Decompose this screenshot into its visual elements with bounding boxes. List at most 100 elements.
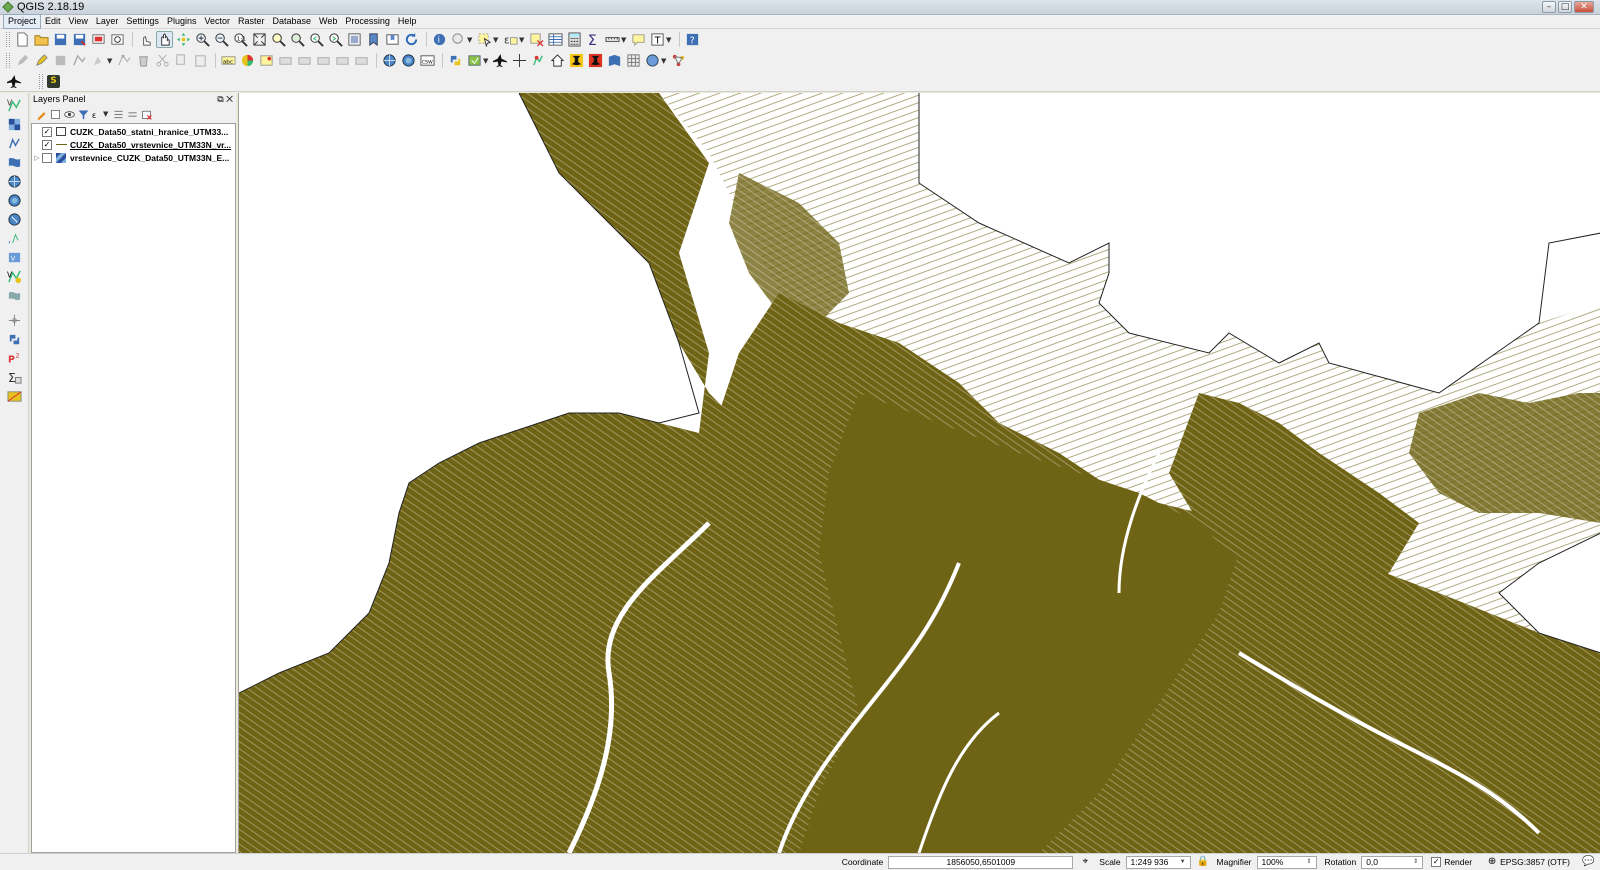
layer-visibility-checkbox[interactable]: ✓	[42, 126, 52, 137]
chevron-down-icon[interactable]: ▼	[467, 36, 473, 44]
menu-help[interactable]: Help	[394, 15, 421, 28]
menu-web[interactable]: Web	[315, 15, 341, 28]
pan-to-selection-icon[interactable]	[175, 31, 192, 48]
toggle-editing-icon[interactable]	[33, 52, 50, 69]
change-label-icon[interactable]	[334, 52, 351, 69]
rotate-label-icon[interactable]	[315, 52, 332, 69]
field-calculator-icon[interactable]	[566, 31, 583, 48]
add-wfs-layer-icon[interactable]	[4, 211, 24, 228]
paste-features-icon[interactable]	[192, 52, 209, 69]
map-layer-icon[interactable]	[606, 52, 623, 69]
chevron-down-icon[interactable]: ▼	[483, 57, 489, 65]
chevron-down-icon[interactable]: ▼	[107, 57, 113, 65]
add-postgis-layer-icon[interactable]	[4, 135, 24, 152]
label-properties-icon[interactable]	[353, 52, 370, 69]
python-console-icon[interactable]	[447, 52, 464, 69]
node-tool-icon[interactable]	[116, 52, 133, 69]
layer-diagram-icon[interactable]	[239, 52, 256, 69]
crs-status-button[interactable]: EPSG:3857 (OTF)	[1500, 857, 1570, 867]
new-print-composer-icon[interactable]	[90, 31, 107, 48]
chevron-down-icon[interactable]: ▼	[666, 36, 672, 44]
menu-plugins[interactable]: Plugins	[163, 15, 201, 28]
menu-project[interactable]: Project	[3, 14, 42, 29]
spin-arrows-icon[interactable]: ⇕	[1306, 857, 1311, 868]
python-console-icon[interactable]	[4, 331, 24, 348]
touch-zoom-icon[interactable]	[137, 31, 154, 48]
add-raster-layer-icon[interactable]	[4, 116, 24, 133]
add-wms-layer-icon[interactable]	[381, 52, 398, 69]
zoom-in-icon[interactable]	[194, 31, 211, 48]
composer-manager-icon[interactable]	[109, 31, 126, 48]
layer-row[interactable]: ✓ CUZK_Data50_statni_hranice_UTM33...	[32, 125, 235, 138]
new-shapefile-icon[interactable]: V	[4, 268, 24, 285]
save-as-icon[interactable]	[71, 31, 88, 48]
toolbar-grip[interactable]	[6, 32, 10, 47]
menu-processing[interactable]: Processing	[341, 15, 394, 28]
zoom-native-icon[interactable]: 1:1	[232, 31, 249, 48]
p2-plugin-icon[interactable]: P2	[4, 350, 24, 367]
plugin-tool-icon[interactable]	[466, 52, 483, 69]
menu-edit[interactable]: Edit	[41, 15, 65, 28]
move-feature-icon[interactable]	[90, 52, 107, 69]
expand-arrow-icon[interactable]: ▷	[32, 154, 42, 162]
menu-layer[interactable]: Layer	[92, 15, 123, 28]
network-plugin-icon[interactable]	[670, 52, 687, 69]
menu-database[interactable]: Database	[269, 15, 316, 28]
contour-map[interactable]	[239, 93, 1600, 853]
add-spatialite-layer-icon[interactable]	[4, 154, 24, 171]
measure-line-icon[interactable]	[604, 31, 621, 48]
zoom-to-layer-icon[interactable]	[289, 31, 306, 48]
manage-visibility-icon[interactable]	[63, 108, 76, 121]
save-project-icon[interactable]	[52, 31, 69, 48]
minimize-button[interactable]: –	[1542, 1, 1556, 13]
airplane-icon[interactable]	[6, 73, 23, 90]
copy-features-icon[interactable]	[173, 52, 190, 69]
show-bookmarks-icon[interactable]	[384, 31, 401, 48]
digitize-icon[interactable]	[4, 312, 24, 329]
chevron-down-icon[interactable]: ▼	[661, 57, 667, 65]
coordinate-field[interactable]: 1856050,6501009	[888, 855, 1074, 869]
layer-row[interactable]: ▷ vrstevnice_CUZK_Data50_UTM33N_E...	[32, 151, 235, 164]
rotation-spinbox[interactable]: 0,0 ⇕	[1361, 855, 1424, 869]
pan-map-icon[interactable]	[156, 31, 173, 48]
zoom-next-icon[interactable]	[327, 31, 344, 48]
s-plugin-button[interactable]: S	[47, 74, 60, 88]
chevron-down-icon[interactable]: ▼	[1180, 857, 1186, 868]
pin-labels-icon[interactable]	[258, 52, 275, 69]
add-wcs-layer-icon[interactable]	[4, 192, 24, 209]
layer-visibility-checkbox[interactable]: ✓	[42, 139, 52, 150]
statistical-summary-icon[interactable]: Σ	[4, 369, 24, 386]
add-feature-icon[interactable]	[71, 52, 88, 69]
map-canvas[interactable]	[238, 93, 1600, 853]
text-annotation-icon[interactable]	[630, 31, 647, 48]
add-wms-layer-icon[interactable]	[4, 173, 24, 190]
zoom-full-icon[interactable]	[251, 31, 268, 48]
radiation-alert-icon[interactable]	[587, 52, 604, 69]
refresh-icon[interactable]	[403, 31, 420, 48]
menu-view[interactable]: View	[65, 15, 92, 28]
menu-vector[interactable]: Vector	[200, 15, 234, 28]
zoom-last-icon[interactable]	[308, 31, 325, 48]
float-panel-icon[interactable]: ⧉	[217, 94, 223, 104]
spin-arrows-icon[interactable]: ⇕	[1413, 857, 1418, 868]
crs-globe-icon[interactable]: ⊕	[1486, 856, 1498, 868]
airplane-icon[interactable]	[492, 52, 509, 69]
add-mssql-layer-icon[interactable]	[4, 287, 24, 304]
select-by-expression-icon[interactable]: ε	[502, 31, 519, 48]
new-bookmark-icon[interactable]	[365, 31, 382, 48]
ruler-plugin-icon[interactable]	[4, 388, 24, 405]
attribute-table-icon[interactable]	[547, 31, 564, 48]
layer-row[interactable]: ✓ CUZK_Data50_vrstevnice_UTM33N_vr...	[32, 138, 235, 151]
zoom-to-selection-icon[interactable]	[270, 31, 287, 48]
menu-settings[interactable]: Settings	[122, 15, 163, 28]
open-project-icon[interactable]	[33, 31, 50, 48]
metasearch-icon[interactable]: CSW	[419, 52, 436, 69]
close-button[interactable]: ✕	[1574, 1, 1594, 13]
show-hide-labels-icon[interactable]	[277, 52, 294, 69]
globe-plugin-icon[interactable]	[644, 52, 661, 69]
toggle-extents-icon[interactable]: ⌖	[1079, 856, 1091, 868]
chevron-down-icon[interactable]: ▼	[519, 36, 525, 44]
messages-icon[interactable]: 💬	[1582, 856, 1594, 868]
text-label-icon[interactable]: T	[649, 31, 666, 48]
move-label-icon[interactable]	[296, 52, 313, 69]
